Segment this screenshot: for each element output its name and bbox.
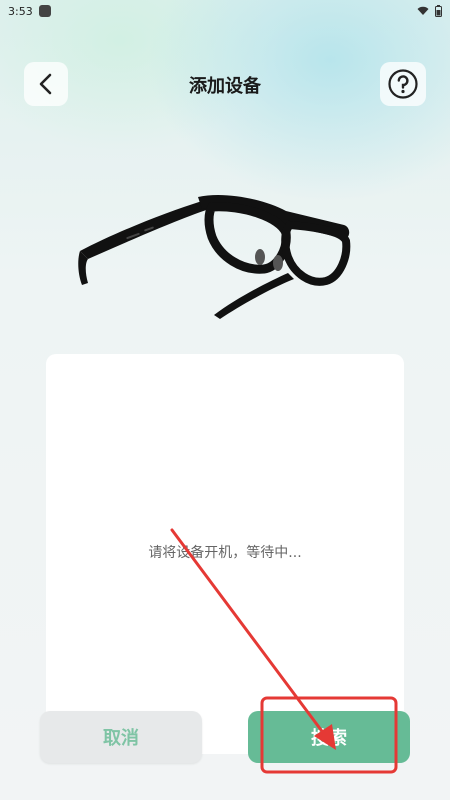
battery-icon	[435, 5, 442, 17]
wifi-icon	[417, 6, 429, 15]
cancel-button[interactable]: 取消	[40, 711, 202, 763]
waiting-status-text: 请将设备开机，等待中...	[148, 545, 302, 561]
notification-app-icon	[38, 5, 51, 17]
smart-glasses-image	[78, 194, 351, 319]
question-circle-icon	[388, 69, 418, 99]
status-time: 3:53	[8, 4, 33, 18]
search-button[interactable]: 搜索	[248, 711, 410, 763]
device-status-card: 请将设备开机，等待中...	[46, 354, 404, 754]
status-bar: 3:53	[0, 0, 450, 22]
status-right	[417, 5, 442, 17]
help-button[interactable]	[380, 62, 426, 106]
